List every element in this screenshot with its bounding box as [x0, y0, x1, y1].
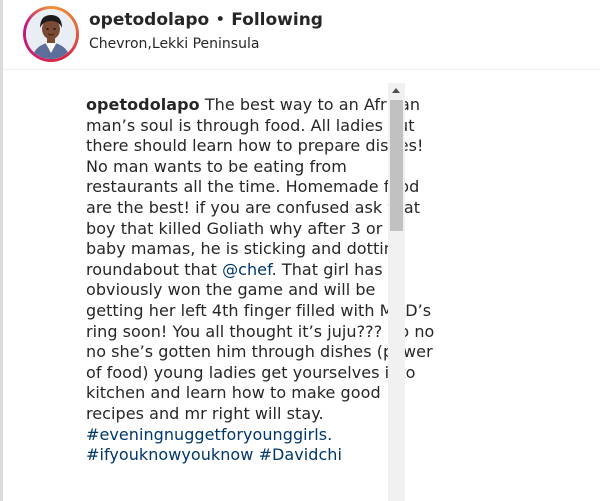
- caption-line: no she’s gotten him through dishes (powe…: [86, 342, 433, 362]
- hashtag-link[interactable]: #Davidchi: [259, 445, 342, 464]
- mention-link[interactable]: @chef: [222, 260, 272, 279]
- caption-text: roundabout that: [86, 259, 223, 279]
- caption-line: #ifyouknowyouknow #Davidchi: [86, 445, 386, 466]
- caption-line: #eveningnuggetforyounggirls.: [86, 425, 386, 446]
- scroll-up-arrow-icon[interactable]: [392, 88, 400, 93]
- username-link[interactable]: opetodolapo: [89, 10, 209, 30]
- header-title-line: opetodolapo • Following: [89, 10, 323, 30]
- avatar[interactable]: [26, 9, 76, 59]
- location-link[interactable]: Chevron,Lekki Peninsula: [89, 35, 323, 53]
- caption-line: roundabout that @chef. That girl has: [86, 260, 386, 281]
- window-frame-edge: [0, 0, 3, 501]
- hashtag-link[interactable]: #ifyouknowyouknow: [86, 445, 253, 464]
- following-button[interactable]: Following: [231, 10, 323, 30]
- caption-line: are the best! if you are confused ask th…: [86, 197, 421, 217]
- caption-line: of food) young ladies get yourselves int…: [86, 362, 416, 382]
- caption-username-link[interactable]: opetodolapo: [86, 95, 200, 114]
- caption-line: recipes and mr right will stay.: [86, 403, 324, 423]
- header-text: opetodolapo • Following Chevron,Lekki Peni…: [89, 10, 323, 53]
- scrollbar-thumb[interactable]: [390, 100, 403, 231]
- caption-line: restaurants all the time. Homemade food: [86, 177, 420, 197]
- hashtag-link[interactable]: #eveningnuggetforyounggirls.: [86, 425, 332, 444]
- caption-line: there should learn how to prepare dishes…: [86, 136, 424, 156]
- post-caption: opetodolapo The best way to an African m…: [86, 95, 435, 466]
- caption-text: . That girl has: [271, 259, 383, 279]
- avatar-story-ring[interactable]: [23, 6, 79, 62]
- caption-line: baby mamas, he is sticking and dotting: [86, 239, 405, 259]
- caption-line: No man wants to be eating from: [86, 156, 347, 176]
- caption-line: obviously won the game and will be: [86, 280, 376, 300]
- separator-dot: •: [215, 10, 226, 30]
- profile-photo-avatar-icon: [26, 9, 76, 59]
- caption-line: kitchen and learn how to make good: [86, 383, 381, 403]
- caption-line: opetodolapo The best way to an African: [86, 95, 420, 116]
- caption-line: getting her left 4th finger filled with …: [86, 300, 432, 320]
- caption-line: boy that killed Goliath why after 3 or 4: [86, 218, 398, 238]
- caption-scrollbar[interactable]: [388, 83, 405, 501]
- caption-line: man’s soul is through food. All ladies o…: [86, 115, 415, 135]
- caption-line: ring soon! You all thought it’s juju??? …: [86, 321, 435, 341]
- post-header: opetodolapo • Following Chevron,Lekki Peni…: [3, 0, 600, 70]
